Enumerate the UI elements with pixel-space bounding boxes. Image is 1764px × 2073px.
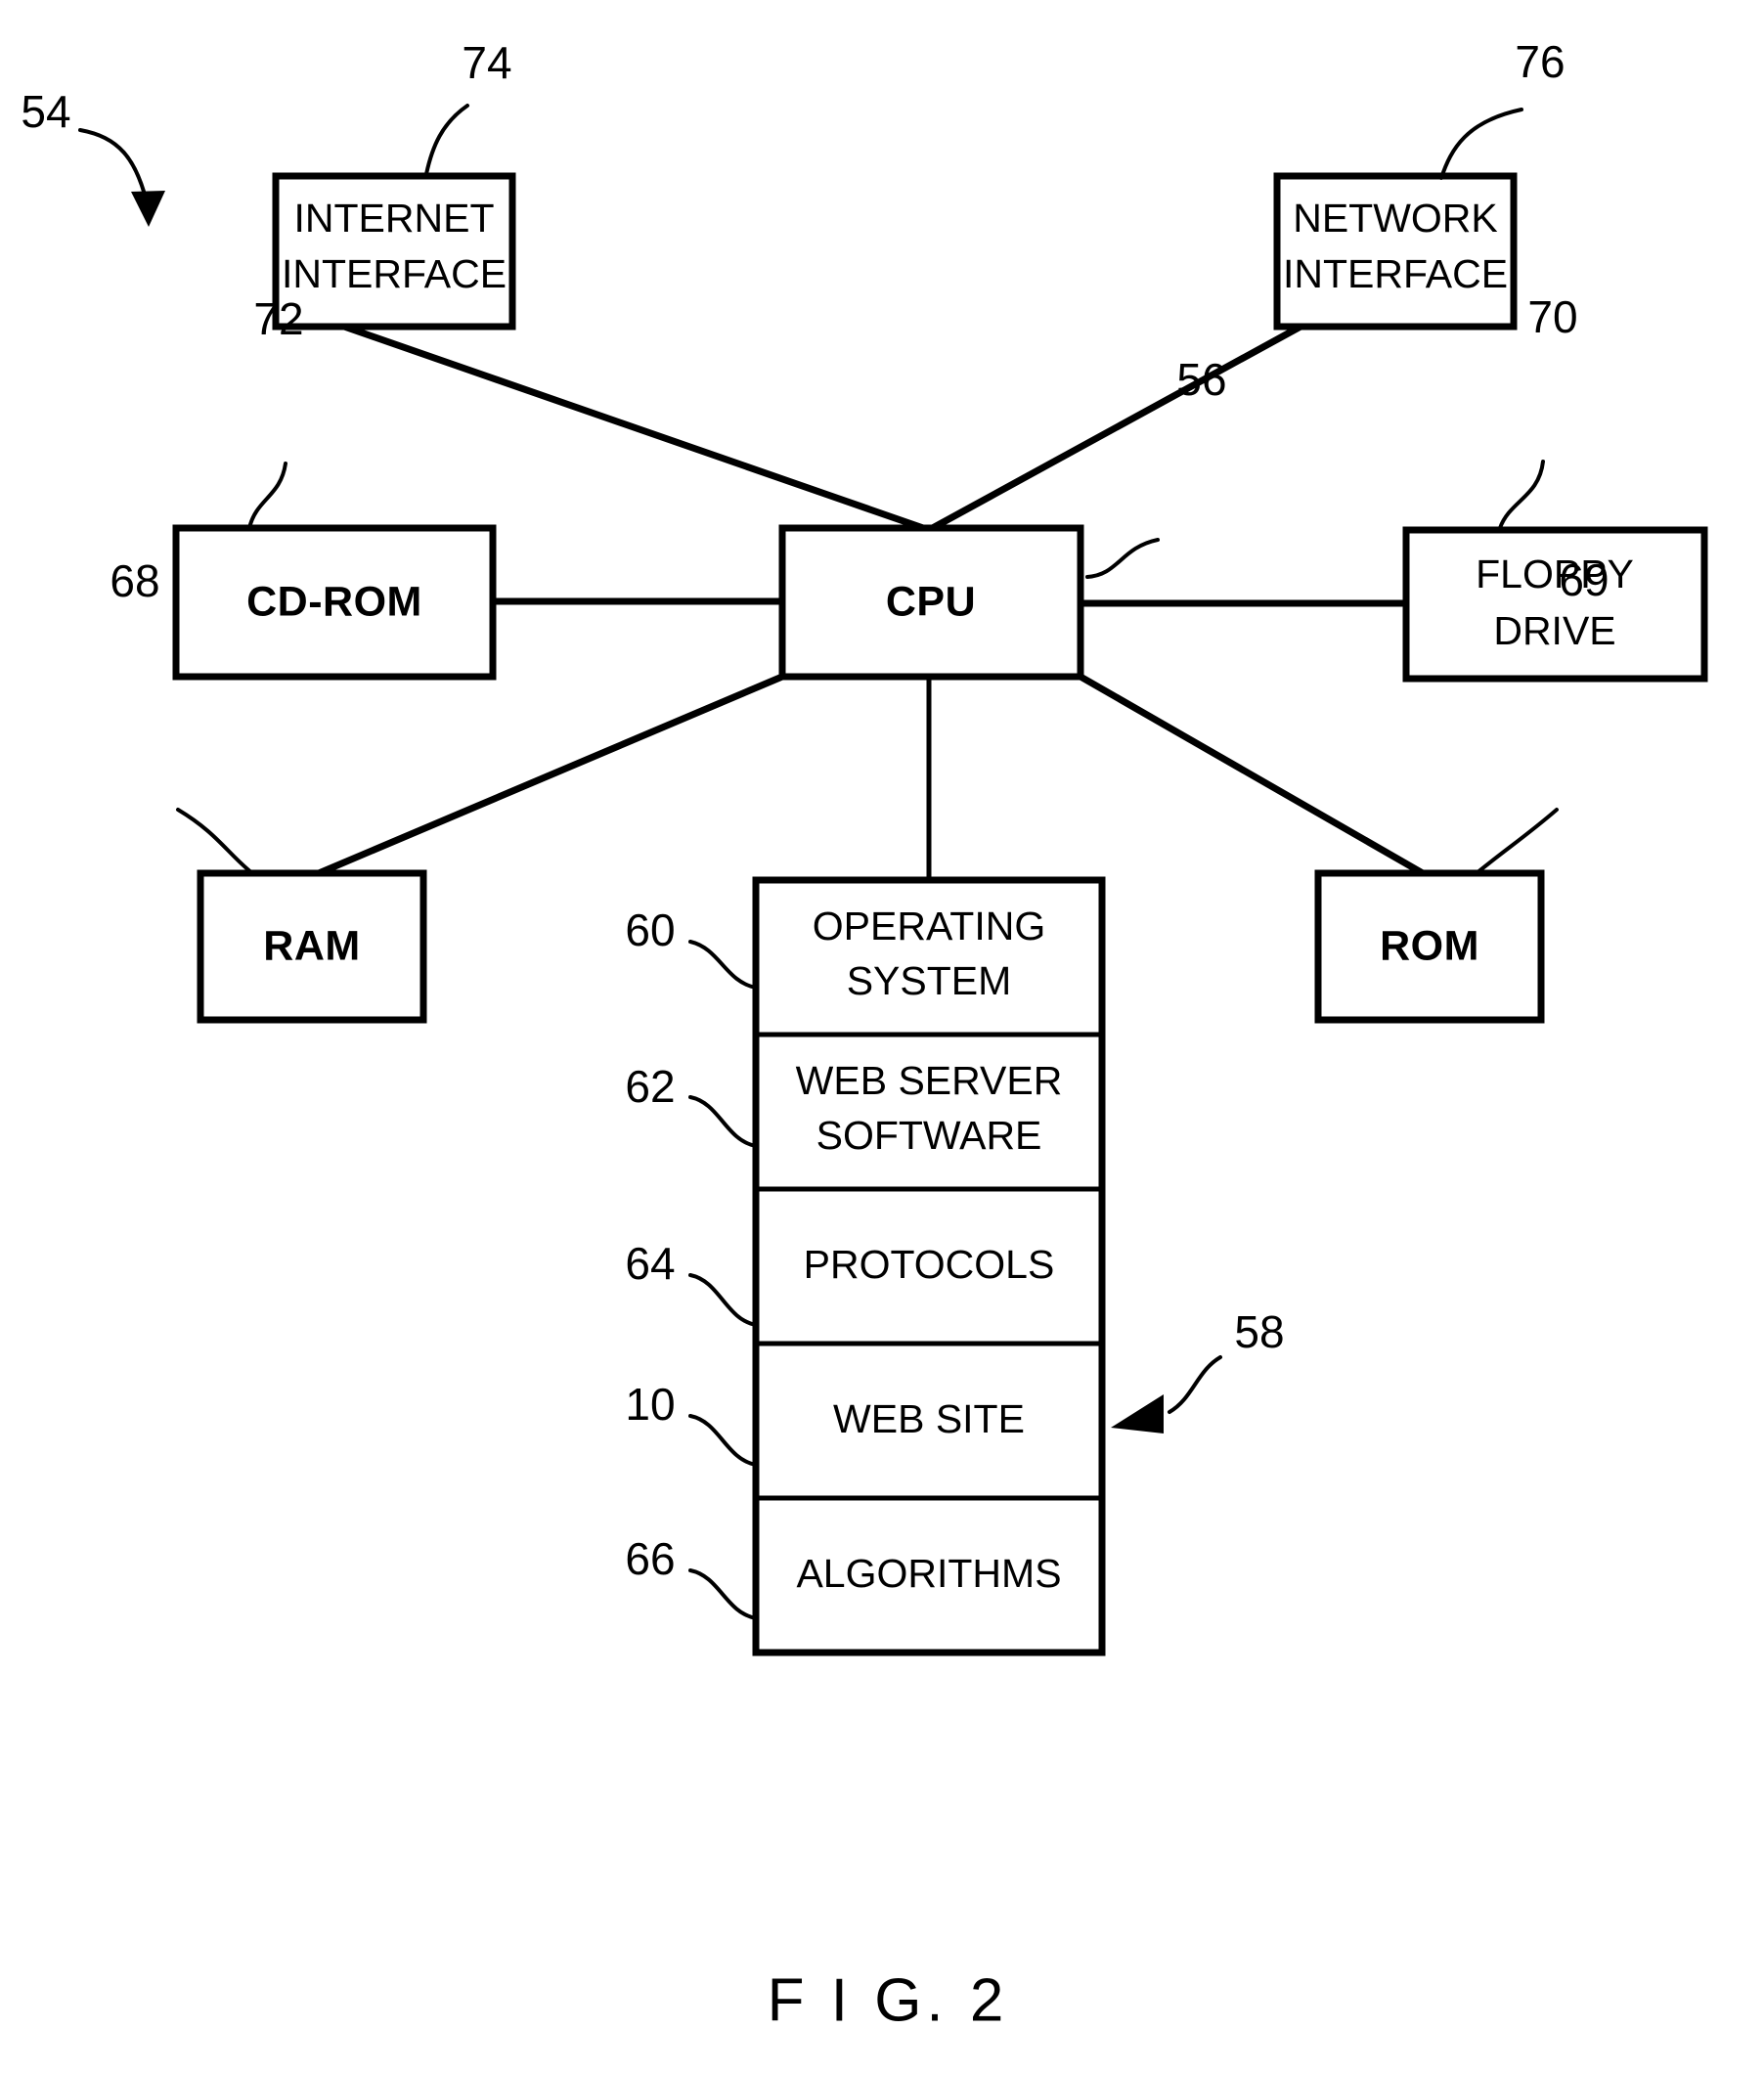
- memory-cell-1-line1: WEB SERVER: [796, 1058, 1063, 1103]
- connector-network-to-cpu: [927, 323, 1302, 534]
- arrowhead-system-54: [131, 191, 165, 227]
- ref-number-66: 66: [625, 1533, 675, 1584]
- connector-cpu-to-rom: [1079, 673, 1425, 877]
- block-diagram-canvas: INTERNET INTERFACE NETWORK INTERFACE CD-…: [21, 36, 1708, 2034]
- ref-number-76: 76: [1515, 36, 1565, 87]
- internet-interface-label-line1: INTERNET: [294, 196, 495, 241]
- leader-network-76: [1439, 108, 1523, 180]
- leader-internet-74: [424, 104, 469, 176]
- leader-rom-69: [1475, 808, 1559, 875]
- connector-cpu-to-ram: [317, 673, 784, 877]
- leader-wss-62: [688, 1095, 758, 1148]
- memory-cell-1-line2: SOFTWARE: [816, 1113, 1042, 1158]
- ref-number-70: 70: [1527, 291, 1577, 342]
- leader-algorithms-66: [688, 1568, 758, 1620]
- network-interface-label-line2: INTERFACE: [1283, 251, 1508, 296]
- memory-cell-0-line1: OPERATING: [813, 904, 1045, 948]
- internet-interface-label-line2: INTERFACE: [282, 251, 507, 296]
- ref-number-56: 56: [1176, 354, 1226, 405]
- leader-os-60: [688, 940, 758, 990]
- patent-figure-2: INTERNET INTERFACE NETWORK INTERFACE CD-…: [0, 0, 1764, 2073]
- leader-ram-68: [176, 808, 254, 875]
- ref-number-58: 58: [1234, 1306, 1284, 1357]
- ref-number-10: 10: [625, 1379, 675, 1430]
- connector-internet-to-cpu: [342, 323, 931, 534]
- floppy-drive-label-line2: DRIVE: [1493, 608, 1615, 653]
- leader-floppy-70: [1498, 460, 1545, 530]
- memory-cell-2-line1: PROTOCOLS: [804, 1242, 1055, 1287]
- ref-number-60: 60: [625, 904, 675, 955]
- leader-cdrom-72: [247, 462, 287, 530]
- ram-label: RAM: [263, 922, 360, 969]
- memory-cell-0-line2: SYSTEM: [847, 958, 1012, 1003]
- memory-cell-3-line1: WEB SITE: [833, 1396, 1025, 1441]
- ref-number-69: 69: [1559, 554, 1609, 605]
- leader-stack-58: [1168, 1355, 1222, 1414]
- cpu-label: CPU: [886, 578, 976, 625]
- figure-caption: F I G. 2: [768, 1966, 1009, 2034]
- leader-website-10: [688, 1414, 758, 1467]
- cd-rom-label: CD-ROM: [246, 578, 422, 625]
- leader-cpu-56: [1085, 538, 1160, 579]
- ref-number-74: 74: [462, 37, 511, 88]
- arrowhead-stack-58: [1111, 1394, 1164, 1433]
- ref-number-72: 72: [253, 293, 303, 344]
- network-interface-label-line1: NETWORK: [1293, 196, 1498, 241]
- ref-number-54: 54: [21, 86, 70, 137]
- leader-protocols-64: [688, 1273, 758, 1327]
- ref-number-68: 68: [110, 555, 159, 606]
- floppy-drive-label-line1: FLOPPY: [1476, 551, 1634, 596]
- memory-cell-4-line1: ALGORITHMS: [796, 1551, 1061, 1596]
- rom-label: ROM: [1380, 922, 1479, 969]
- ref-number-62: 62: [625, 1061, 675, 1112]
- ref-number-64: 64: [625, 1238, 675, 1289]
